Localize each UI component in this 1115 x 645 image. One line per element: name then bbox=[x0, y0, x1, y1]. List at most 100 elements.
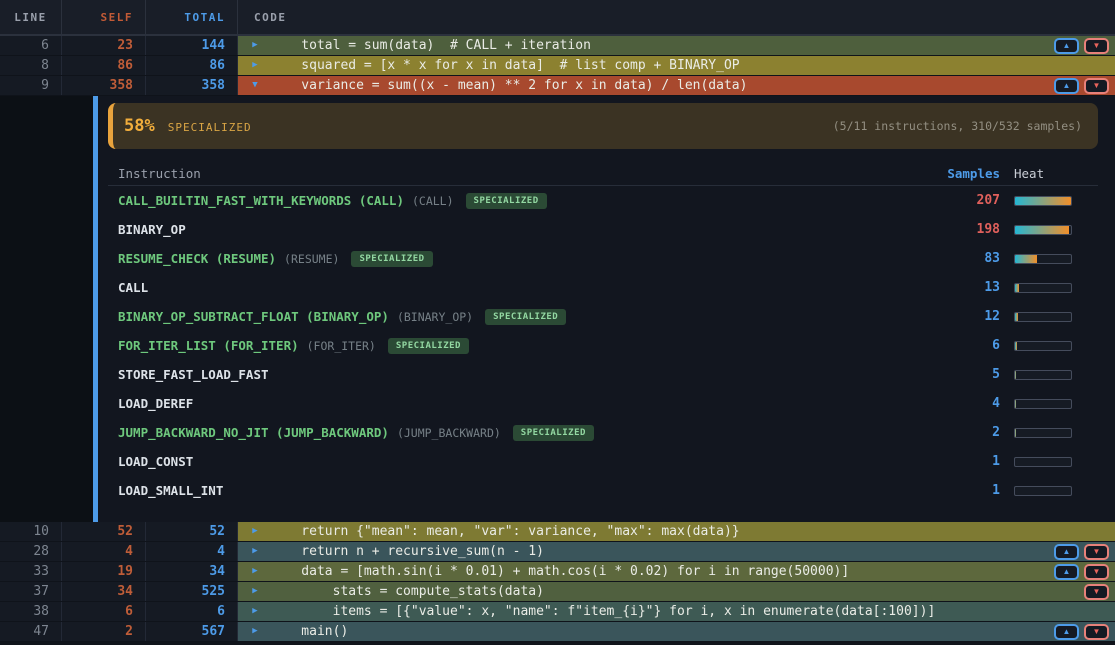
self-samples: 2 bbox=[62, 622, 146, 641]
jump-down-button[interactable]: ▼ bbox=[1084, 564, 1109, 580]
specialized-badge: SPECIALIZED bbox=[513, 425, 594, 441]
code-cell[interactable]: ▶ data = [math.sin(i * 0.01) + math.cos(… bbox=[238, 562, 1115, 581]
nav-buttons: ▲ ▼ bbox=[1054, 564, 1115, 580]
arrow-up-icon: ▲ bbox=[1063, 548, 1071, 556]
specialized-badge: SPECIALIZED bbox=[466, 193, 547, 209]
instruction-name: LOAD_CONST bbox=[118, 454, 193, 469]
expand-arrow-icon[interactable]: ▶ bbox=[249, 547, 261, 556]
instruction-row[interactable]: BINARY_OP 198 bbox=[108, 215, 1098, 244]
heat-bar-fill bbox=[1015, 284, 1019, 292]
instruction-base-opcode: (BINARY_OP) bbox=[397, 310, 473, 324]
total-samples: 525 bbox=[146, 582, 238, 601]
jump-up-button[interactable]: ▲ bbox=[1054, 78, 1079, 94]
instruction-samples: 13 bbox=[905, 280, 1000, 295]
heat-bar bbox=[1014, 457, 1072, 467]
line-number: 9 bbox=[0, 76, 62, 95]
instruction-samples: 198 bbox=[905, 222, 1000, 237]
instruction-row[interactable]: BINARY_OP_SUBTRACT_FLOAT (BINARY_OP) (BI… bbox=[108, 302, 1098, 331]
column-header-instruction[interactable]: Instruction bbox=[118, 166, 905, 181]
instruction-row[interactable]: CALL_BUILTIN_FAST_WITH_KEYWORDS (CALL) (… bbox=[108, 186, 1098, 215]
code-row: 47 2 567 ▶ main() ▲ ▼ bbox=[0, 622, 1115, 642]
total-samples: 144 bbox=[146, 36, 238, 55]
line-number: 47 bbox=[0, 622, 62, 641]
instruction-row[interactable]: LOAD_CONST 1 bbox=[108, 447, 1098, 476]
instruction-row[interactable]: STORE_FAST_LOAD_FAST 5 bbox=[108, 360, 1098, 389]
instruction-rows: CALL_BUILTIN_FAST_WITH_KEYWORDS (CALL) (… bbox=[108, 186, 1098, 505]
expanded-instruction-panel: 58% SPECIALIZED (5/11 instructions, 310/… bbox=[0, 96, 1115, 522]
specialized-badge: SPECIALIZED bbox=[485, 309, 566, 325]
column-header-self[interactable]: SELF bbox=[62, 0, 146, 34]
heat-bar bbox=[1014, 370, 1072, 380]
expand-arrow-icon[interactable]: ▶ bbox=[249, 607, 261, 616]
heat-bar bbox=[1014, 312, 1072, 322]
nav-buttons: ▲ ▼ bbox=[1054, 544, 1115, 560]
arrow-down-icon: ▼ bbox=[1093, 568, 1101, 576]
instruction-row[interactable]: LOAD_DEREF 4 bbox=[108, 389, 1098, 418]
total-samples: 6 bbox=[146, 602, 238, 621]
heat-bar bbox=[1014, 196, 1072, 206]
code-cell[interactable]: ▶ return {"mean": mean, "var": variance,… bbox=[238, 522, 1115, 541]
total-samples: 567 bbox=[146, 622, 238, 641]
line-number: 10 bbox=[0, 522, 62, 541]
code-cell[interactable]: ▶ squared = [x * x for x in data] # list… bbox=[238, 56, 1115, 75]
heat-bar bbox=[1014, 399, 1072, 409]
instruction-row[interactable]: JUMP_BACKWARD_NO_JIT (JUMP_BACKWARD) (JU… bbox=[108, 418, 1098, 447]
jump-up-button[interactable]: ▲ bbox=[1054, 564, 1079, 580]
column-header-heat[interactable]: Heat bbox=[1000, 166, 1088, 181]
self-samples: 23 bbox=[62, 36, 146, 55]
expand-arrow-icon[interactable]: ▶ bbox=[249, 61, 261, 70]
instruction-samples: 2 bbox=[905, 425, 1000, 440]
code-cell[interactable]: ▼ variance = sum((x - mean) ** 2 for x i… bbox=[238, 76, 1115, 95]
specialized-percent: 58% bbox=[124, 116, 155, 136]
instruction-row[interactable]: LOAD_SMALL_INT 1 bbox=[108, 476, 1098, 505]
total-samples: 358 bbox=[146, 76, 238, 95]
heat-bar-fill bbox=[1015, 255, 1037, 263]
jump-down-button[interactable]: ▼ bbox=[1084, 38, 1109, 54]
code-cell[interactable]: ▶ items = [{"value": x, "name": f"item_{… bbox=[238, 602, 1115, 621]
arrow-up-icon: ▲ bbox=[1063, 42, 1071, 50]
instruction-row[interactable]: RESUME_CHECK (RESUME) (RESUME) SPECIALIZ… bbox=[108, 244, 1098, 273]
heat-bar bbox=[1014, 225, 1072, 235]
jump-down-button[interactable]: ▼ bbox=[1084, 584, 1109, 600]
code-cell[interactable]: ▶ return n + recursive_sum(n - 1) ▲ ▼ bbox=[238, 542, 1115, 561]
expand-arrow-icon[interactable]: ▶ bbox=[249, 567, 261, 576]
specialized-detail: (5/11 instructions, 310/532 samples) bbox=[833, 119, 1082, 133]
line-number: 6 bbox=[0, 36, 62, 55]
heat-bar-fill bbox=[1015, 313, 1018, 321]
code-row: 38 6 6 ▶ items = [{"value": x, "name": f… bbox=[0, 602, 1115, 622]
code-cell[interactable]: ▶ main() ▲ ▼ bbox=[238, 622, 1115, 641]
heat-bar-fill bbox=[1015, 342, 1017, 350]
heat-bar-fill bbox=[1015, 226, 1069, 234]
expand-arrow-icon[interactable]: ▶ bbox=[249, 627, 261, 636]
jump-up-button[interactable]: ▲ bbox=[1054, 38, 1079, 54]
line-number: 37 bbox=[0, 582, 62, 601]
nav-buttons: ▲ ▼ bbox=[1054, 78, 1115, 94]
arrow-up-icon: ▲ bbox=[1063, 82, 1071, 90]
specialized-badge: SPECIALIZED bbox=[388, 338, 469, 354]
code-cell[interactable]: ▶ total = sum(data) # CALL + iteration ▲… bbox=[238, 36, 1115, 55]
jump-down-button[interactable]: ▼ bbox=[1084, 544, 1109, 560]
instruction-name: BINARY_OP_SUBTRACT_FLOAT (BINARY_OP) bbox=[118, 309, 389, 324]
column-header-samples[interactable]: Samples bbox=[905, 166, 1000, 181]
line-number: 8 bbox=[0, 56, 62, 75]
heat-bar bbox=[1014, 283, 1072, 293]
expand-arrow-icon[interactable]: ▼ bbox=[249, 81, 261, 90]
jump-up-button[interactable]: ▲ bbox=[1054, 624, 1079, 640]
jump-up-button[interactable]: ▲ bbox=[1054, 544, 1079, 560]
source-code: items = [{"value": x, "name": f"item_{i}… bbox=[270, 604, 935, 619]
instruction-samples: 6 bbox=[905, 338, 1000, 353]
expand-arrow-icon[interactable]: ▶ bbox=[249, 527, 261, 536]
code-cell[interactable]: ▶ stats = compute_stats(data) ▼ bbox=[238, 582, 1115, 601]
instruction-base-opcode: (CALL) bbox=[412, 194, 454, 208]
instruction-row[interactable]: FOR_ITER_LIST (FOR_ITER) (FOR_ITER) SPEC… bbox=[108, 331, 1098, 360]
column-header-total[interactable]: TOTAL bbox=[146, 0, 238, 34]
jump-down-button[interactable]: ▼ bbox=[1084, 624, 1109, 640]
instruction-name: LOAD_DEREF bbox=[118, 396, 193, 411]
jump-down-button[interactable]: ▼ bbox=[1084, 78, 1109, 94]
instruction-row[interactable]: CALL 13 bbox=[108, 273, 1098, 302]
instruction-samples: 83 bbox=[905, 251, 1000, 266]
expand-arrow-icon[interactable]: ▶ bbox=[249, 41, 261, 50]
source-code: return {"mean": mean, "var": variance, "… bbox=[270, 524, 740, 539]
expand-arrow-icon[interactable]: ▶ bbox=[249, 587, 261, 596]
column-header-line[interactable]: LINE bbox=[0, 0, 62, 34]
